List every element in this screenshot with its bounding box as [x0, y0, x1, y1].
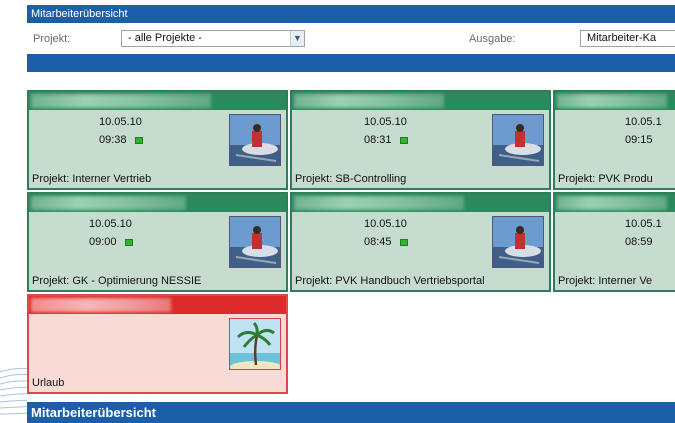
blurred-name: [31, 196, 186, 210]
blurred-name: [294, 94, 444, 108]
card-time-row: 09:15: [625, 134, 675, 146]
card-project: Projekt: Interner Vertrieb: [32, 173, 152, 185]
card-project: Projekt: PVK Produ: [558, 173, 653, 185]
project-filter-label: Projekt:: [33, 33, 71, 45]
card-date: 10.05.1: [625, 116, 662, 128]
card-name-header: [29, 92, 286, 110]
employee-card-grid: 10.05.10 09:38 Projekt: Interner Vertrie…: [27, 90, 675, 402]
card-date: 10.05.1: [625, 218, 662, 230]
employee-card[interactable]: 10.05.1 09:15 Projekt: PVK Produ: [553, 90, 675, 190]
blurred-name: [294, 196, 464, 210]
employee-photo: [492, 114, 544, 166]
employee-photo: [229, 216, 281, 268]
footer-title: Mitarbeiterübersicht: [31, 405, 156, 420]
employee-photo: [492, 216, 544, 268]
blurred-name: [31, 94, 211, 108]
card-time: 08:59: [625, 236, 653, 248]
card-name-header: [292, 194, 549, 212]
card-project: Projekt: SB-Controlling: [295, 173, 407, 185]
employee-card-vacation[interactable]: Urlaub: [27, 294, 288, 394]
blurred-name: [31, 298, 171, 312]
card-time-row: 08:59: [625, 236, 675, 248]
window-title: Mitarbeiterübersicht: [31, 8, 128, 20]
blurred-name: [557, 94, 667, 108]
output-filter-label: Ausgabe:: [469, 33, 516, 45]
card-time: 09:15: [625, 134, 653, 146]
card-name-header: [29, 296, 286, 314]
card-absence-label: Urlaub: [32, 377, 65, 389]
card-name-header: [292, 92, 549, 110]
employee-card[interactable]: 10.05.10 08:31 Projekt: SB-Controlling: [290, 90, 551, 190]
employee-overview-window: Mitarbeiterübersicht Projekt: - alle Pro…: [27, 5, 675, 423]
employee-card[interactable]: 10.05.1 08:59 Projekt: Interner Ve: [553, 192, 675, 292]
status-online-icon: [399, 238, 408, 246]
card-project: Projekt: GK - Optimierung NESSIE: [32, 275, 202, 287]
card-time: 08:31: [364, 134, 392, 146]
card-name-header: [555, 92, 675, 110]
employee-photo: [229, 114, 281, 166]
status-online-icon: [399, 136, 408, 144]
status-online-icon: [134, 136, 143, 144]
chevron-down-icon[interactable]: ▼: [290, 31, 304, 46]
footer-bar: Mitarbeiterübersicht: [27, 402, 675, 423]
status-online-icon: [124, 238, 133, 246]
card-name-header: [29, 194, 286, 212]
palm-beach-icon: [229, 318, 281, 370]
card-time: 09:38: [99, 134, 127, 146]
card-name-header: [555, 194, 675, 212]
card-time: 09:00: [89, 236, 117, 248]
employee-card[interactable]: 10.05.10 09:00 Projekt: GK - Optimierung…: [27, 192, 288, 292]
output-select-value: Mitarbeiter-Ka: [587, 32, 657, 44]
card-project: Projekt: Interner Ve: [558, 275, 653, 287]
card-time: 08:45: [364, 236, 392, 248]
window-title-bar: Mitarbeiterübersicht: [27, 5, 675, 23]
filter-bar: Projekt: - alle Projekte - ▼ Ausgabe: Mi…: [27, 25, 675, 51]
toolbar-strip: [27, 54, 675, 72]
project-select[interactable]: - alle Projekte - ▼: [121, 30, 305, 47]
blurred-name: [557, 196, 667, 210]
employee-card[interactable]: 10.05.10 08:45 Projekt: PVK Handbuch Ver…: [290, 192, 551, 292]
card-project: Projekt: PVK Handbuch Vertriebsportal: [295, 275, 485, 287]
project-select-value: - alle Projekte -: [128, 32, 202, 44]
output-select[interactable]: Mitarbeiter-Ka: [580, 30, 675, 47]
employee-card[interactable]: 10.05.10 09:38 Projekt: Interner Vertrie…: [27, 90, 288, 190]
